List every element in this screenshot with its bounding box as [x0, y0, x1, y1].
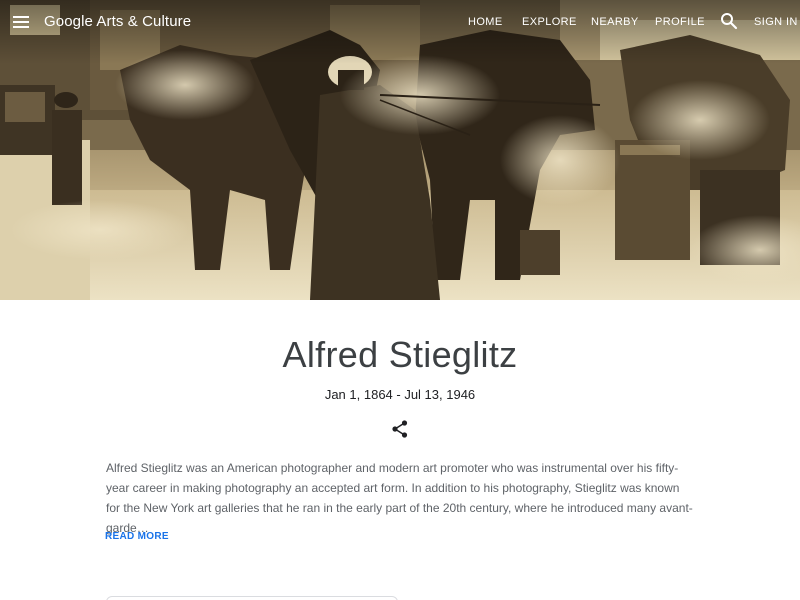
nav-explore[interactable]: EXPLORE	[522, 16, 577, 28]
search-icon[interactable]	[720, 12, 738, 30]
hero-image	[0, 0, 800, 300]
site-logo[interactable]: Google Arts & Culture	[44, 13, 191, 30]
sign-in-link[interactable]: SIGN IN	[754, 16, 798, 28]
artist-description: Alfred Stieglitz was an American photogr…	[106, 461, 693, 535]
nav-profile[interactable]: PROFILE	[655, 16, 705, 28]
share-icon[interactable]	[390, 419, 410, 439]
artist-page: Google Arts & Culture HOME EXPLORE NEARB…	[0, 0, 800, 600]
artist-dates: Jan 1, 1864 - Jul 13, 1946	[324, 387, 476, 402]
menu-icon[interactable]	[12, 13, 30, 31]
top-app-bar: Google Arts & Culture HOME EXPLORE NEARB…	[0, 0, 800, 44]
content-card-top[interactable]	[106, 596, 398, 600]
read-more-link[interactable]: READ MORE	[105, 531, 169, 542]
nav-nearby[interactable]: NEARBY	[591, 16, 639, 28]
artist-name: Alfred Stieglitz	[282, 334, 518, 375]
nav-home[interactable]: HOME	[468, 16, 503, 28]
